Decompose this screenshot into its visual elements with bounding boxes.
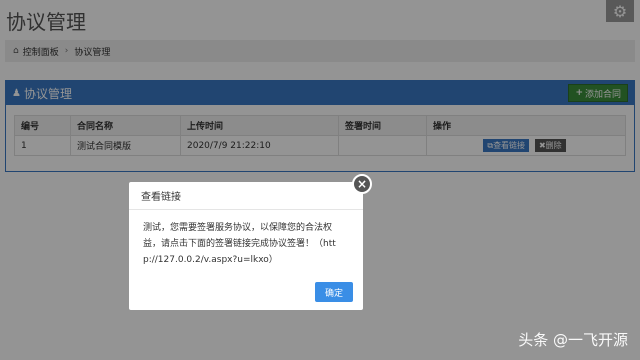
close-dialog-button[interactable]: ×: [352, 174, 372, 194]
dialog-message: 测试，您需要签署服务协议，以保障您的合法权 益，请点击下面的签署链接完成协议签署…: [129, 210, 363, 268]
close-icon: ×: [356, 177, 368, 191]
confirm-button[interactable]: 确定: [315, 282, 353, 302]
dialog-message-line: 测试，您需要签署服务协议，以保障您的合法权: [143, 223, 333, 233]
dialog-message-line: 益，请点击下面的签署链接完成协议签署！（htt: [143, 239, 336, 249]
watermark: 头条 @一飞开源: [518, 331, 628, 349]
view-link-dialog: 查看链接 测试，您需要签署服务协议，以保障您的合法权 益，请点击下面的签署链接完…: [129, 182, 363, 310]
dialog-title: 查看链接: [129, 182, 363, 210]
dialog-message-line: p://127.0.0.2/v.aspx?u=lkxo）: [143, 255, 278, 265]
